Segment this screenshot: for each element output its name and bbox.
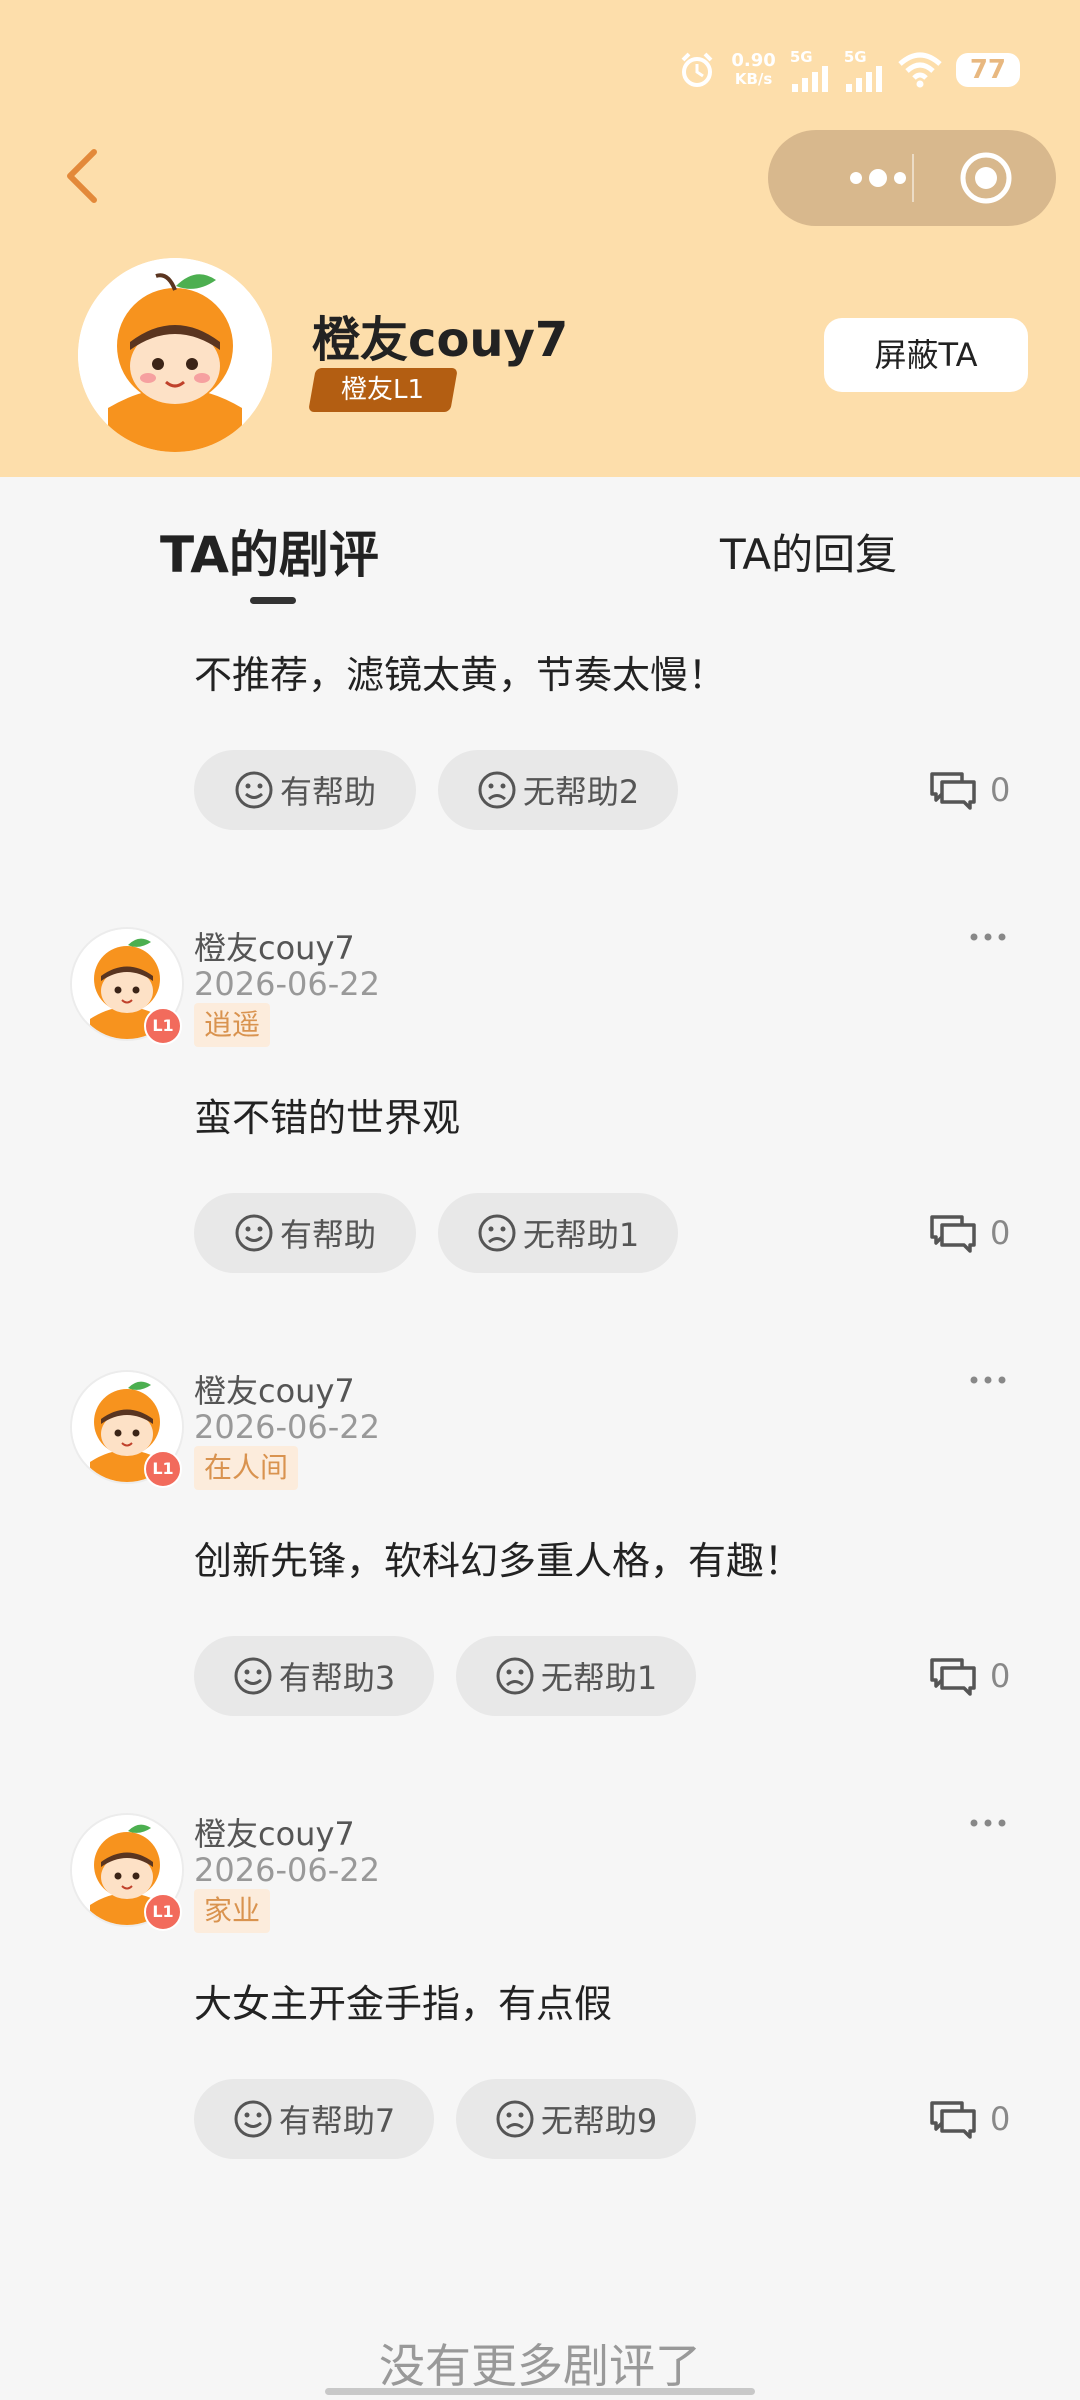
signal-icon [791,66,828,92]
review-content: 不推荐，滤镜太黄，节奏太慢！ [194,653,727,697]
frown-icon [496,1657,534,1695]
helpful-button[interactable]: 有帮助7 [194,2079,434,2159]
tab-bar: TA的剧评 TA的回复 [0,477,1080,627]
level-badge: 橙友L1 [308,368,458,412]
status-bar: 0.90 KB/s 5G 5G 77 [0,40,1080,104]
more-dots-icon[interactable] [838,130,918,226]
comment-button[interactable]: 0 [928,2099,1010,2139]
mini-program-capsule [768,130,1056,226]
drama-tag[interactable]: 在人间 [194,1446,299,1490]
battery-indicator: 77 [955,53,1020,87]
unhelpful-button[interactable]: 无帮助1 [456,1636,696,1716]
unhelpful-button[interactable]: 无帮助1 [438,1193,678,1273]
signal-2: 5G [844,48,884,92]
helpful-button[interactable]: 有帮助 [194,750,416,830]
orange-mascot-icon [78,258,272,452]
helpful-button[interactable]: 有帮助3 [194,1636,434,1716]
reviewer-name: 橙友couy7 [194,1372,355,1410]
profile-username: 橙友couy7 [312,312,569,368]
smile-icon [234,2100,272,2138]
review-more-button[interactable] [968,927,1008,947]
ellipsis-icon [970,1819,1006,1827]
review-card: L1 橙友couy7 2026-06-22 在人间 创新先锋，软科幻多重人格，有… [0,1330,1080,1773]
review-date: 2026-06-22 [194,1851,380,1889]
profile-header: 0.90 KB/s 5G 5G 77 橙友couy7 橙友L1 屏蔽TA [0,0,1080,477]
smile-icon [235,771,273,809]
tab-active-indicator [250,597,296,604]
target-icon[interactable] [958,150,1014,206]
unhelpful-button[interactable]: 无帮助2 [438,750,678,830]
signal-icon [845,66,882,92]
alarm-icon [681,52,713,87]
drama-tag[interactable]: 家业 [194,1889,271,1933]
review-list: L1 橙友couy7 2026-06-22 生命树 不推荐，滤镜太黄，节奏太慢！… [0,627,1080,2400]
comment-icon [930,1215,976,1253]
frown-icon [496,2100,534,2138]
comment-icon [930,772,976,810]
review-more-button[interactable] [968,1370,1008,1390]
frown-icon [478,1214,516,1252]
level-dot: L1 [144,1450,182,1488]
smile-icon [234,1657,272,1695]
unhelpful-button[interactable]: 无帮助9 [456,2079,696,2159]
level-dot: L1 [144,1007,182,1045]
wifi-icon [898,52,942,88]
review-content: 创新先锋，软科幻多重人格，有趣！ [194,1539,803,1583]
no-more-reviews-text: 没有更多剧评了 [379,2339,701,2393]
review-content: 大女主开金手指，有点假 [194,1982,613,2026]
review-content: 蛮不错的世界观 [194,1096,461,1140]
reviewer-name: 橙友couy7 [194,1815,355,1853]
smile-icon [235,1214,273,1252]
network-speed: 0.90 KB/s [731,50,776,89]
capsule-divider [912,154,914,202]
frown-icon [478,771,516,809]
home-indicator[interactable] [325,2388,755,2395]
review-card: L1 橙友couy7 2026-06-22 生命树 不推荐，滤镜太黄，节奏太慢！… [0,627,1080,887]
signal-1: 5G [790,48,830,92]
helpful-button[interactable]: 有帮助 [194,1193,416,1273]
review-card: L1 橙友couy7 2026-06-22 逍遥 蛮不错的世界观 有帮助 无帮助… [0,887,1080,1330]
review-date: 2026-06-22 [194,965,380,1003]
block-user-button[interactable]: 屏蔽TA [824,318,1028,392]
comment-icon [930,1658,976,1696]
comment-button[interactable]: 0 [928,770,1010,810]
tab-reviews[interactable]: TA的剧评 [160,515,379,587]
review-more-button[interactable] [968,1813,1008,1833]
reviewer-name: 橙友couy7 [194,929,355,967]
drama-tag[interactable]: 逍遥 [194,1003,271,1047]
level-dot: L1 [144,1893,182,1931]
tab-replies[interactable]: TA的回复 [720,521,897,582]
comment-icon [930,2101,976,2139]
ellipsis-icon [970,1376,1006,1384]
back-icon[interactable] [60,146,104,206]
review-card: L1 橙友couy7 2026-06-22 家业 大女主开金手指，有点假 有帮助… [0,1773,1080,2216]
profile-avatar[interactable] [78,258,272,452]
comment-button[interactable]: 0 [928,1213,1010,1253]
review-date: 2026-06-22 [194,1408,380,1446]
comment-button[interactable]: 0 [928,1656,1010,1696]
ellipsis-icon [970,933,1006,941]
